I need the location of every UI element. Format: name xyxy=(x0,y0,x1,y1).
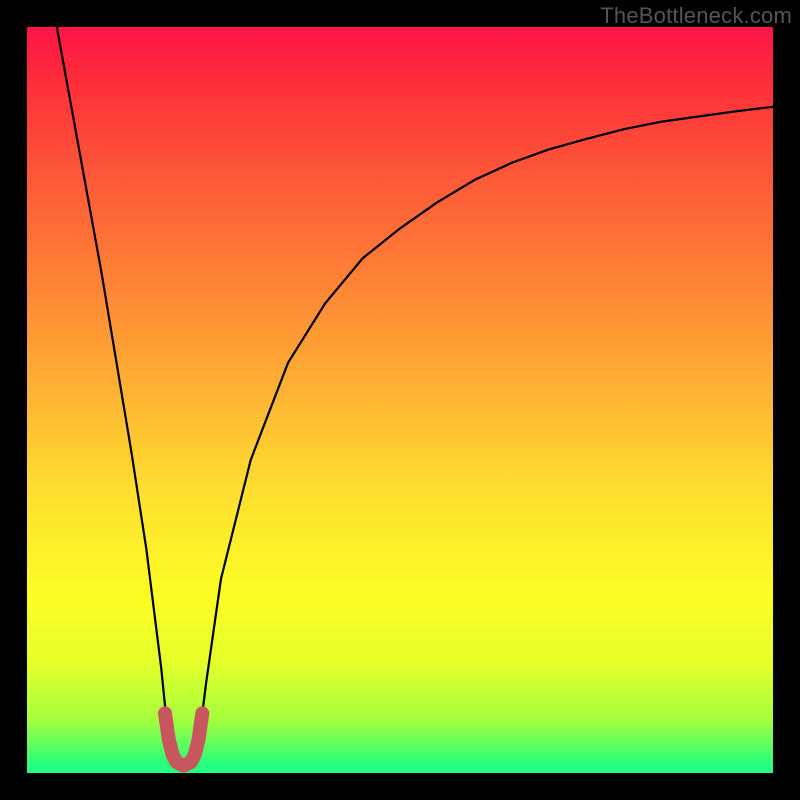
chart-frame: TheBottleneck.com xyxy=(0,0,800,800)
optimal-marker xyxy=(165,713,202,765)
curve-layer xyxy=(27,27,773,773)
bottleneck-curve xyxy=(57,27,773,769)
watermark-text: TheBottleneck.com xyxy=(600,3,792,29)
plot-area xyxy=(27,27,773,773)
